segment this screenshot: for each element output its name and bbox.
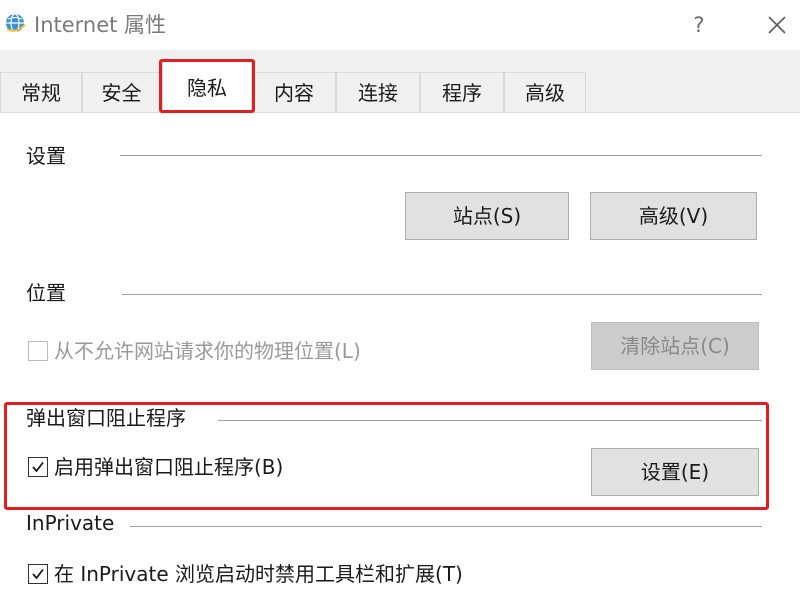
tab-privacy[interactable]: 隐私 xyxy=(162,60,252,114)
disable-toolbars-label: 在 InPrivate 浏览启动时禁用工具栏和扩展(T) xyxy=(54,562,463,586)
title-bar: Internet 属性 ? xyxy=(0,0,800,50)
inprivate-divider xyxy=(130,526,762,527)
help-button[interactable]: ? xyxy=(684,8,714,42)
popup-divider xyxy=(218,420,762,421)
checkmark-icon xyxy=(32,568,44,580)
tab-security[interactable]: 安全 xyxy=(82,72,161,112)
location-section-label: 位置 xyxy=(26,280,66,306)
ie-globe-icon xyxy=(4,12,26,34)
popup-section-label: 弹出窗口阻止程序 xyxy=(26,405,186,431)
checkmark-icon xyxy=(32,461,44,473)
tab-general[interactable]: 常规 xyxy=(0,72,82,112)
internet-properties-dialog: Internet 属性 ? 常规 安全 隐私 内容 连接 程序 高级 设置 站点… xyxy=(0,0,800,600)
enable-popup-blocker-checkbox[interactable] xyxy=(28,457,48,477)
tab-programs[interactable]: 程序 xyxy=(420,72,504,112)
clear-sites-button[interactable]: 清除站点(C) xyxy=(591,322,759,370)
never-allow-location-label: 从不允许网站请求你的物理位置(L) xyxy=(54,339,361,363)
tab-connections[interactable]: 连接 xyxy=(336,72,420,112)
close-icon[interactable] xyxy=(760,8,794,42)
sites-button[interactable]: 站点(S) xyxy=(405,192,569,240)
window-title: Internet 属性 xyxy=(34,13,167,37)
enable-popup-blocker-label: 启用弹出窗口阻止程序(B) xyxy=(54,455,284,479)
tab-content[interactable]: 内容 xyxy=(252,72,336,112)
advanced-button[interactable]: 高级(V) xyxy=(590,192,757,240)
disable-toolbars-checkbox[interactable] xyxy=(28,564,48,584)
inprivate-section-label: InPrivate xyxy=(26,510,115,536)
location-divider xyxy=(122,294,762,295)
never-allow-location-checkbox[interactable] xyxy=(28,341,48,361)
settings-divider xyxy=(120,155,762,156)
settings-section-label: 设置 xyxy=(26,143,66,169)
tab-advanced[interactable]: 高级 xyxy=(504,72,586,112)
popup-settings-button[interactable]: 设置(E) xyxy=(591,448,759,496)
